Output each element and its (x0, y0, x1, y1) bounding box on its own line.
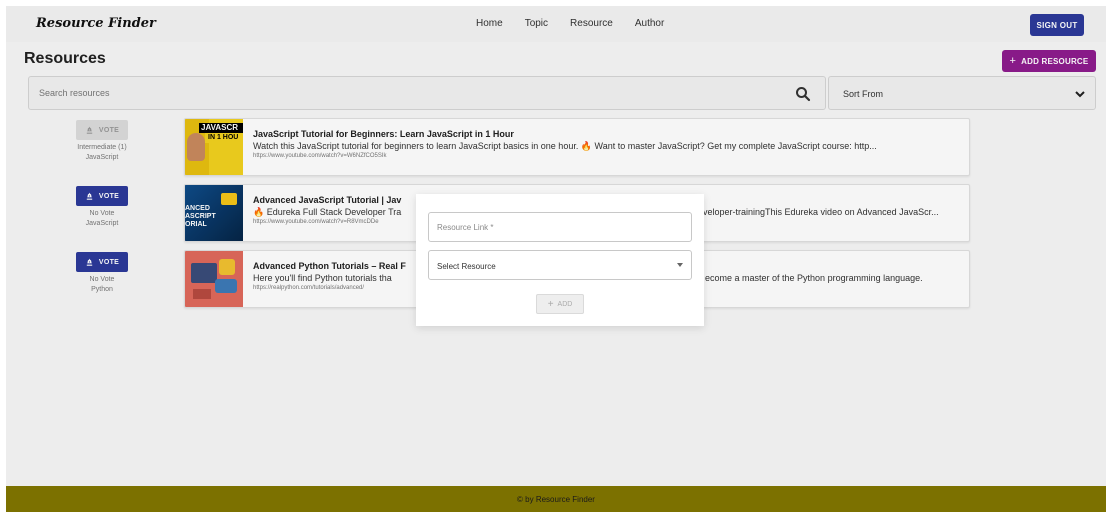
plus-icon: + (547, 298, 554, 310)
add-label: ADD (557, 300, 573, 308)
add-resource-dialog: Select Resource + ADD (416, 194, 704, 326)
select-resource-dropdown[interactable]: Select Resource (428, 250, 692, 280)
select-resource-value: Select Resource (437, 262, 496, 271)
resource-link-field (428, 212, 692, 242)
app-window: Resource Finder Home Topic Resource Auth… (6, 6, 1106, 512)
footer: © by Resource Finder (6, 486, 1106, 512)
add-button[interactable]: + ADD (536, 294, 584, 314)
resource-link-input[interactable] (437, 219, 677, 235)
caret-down-icon (677, 263, 683, 267)
